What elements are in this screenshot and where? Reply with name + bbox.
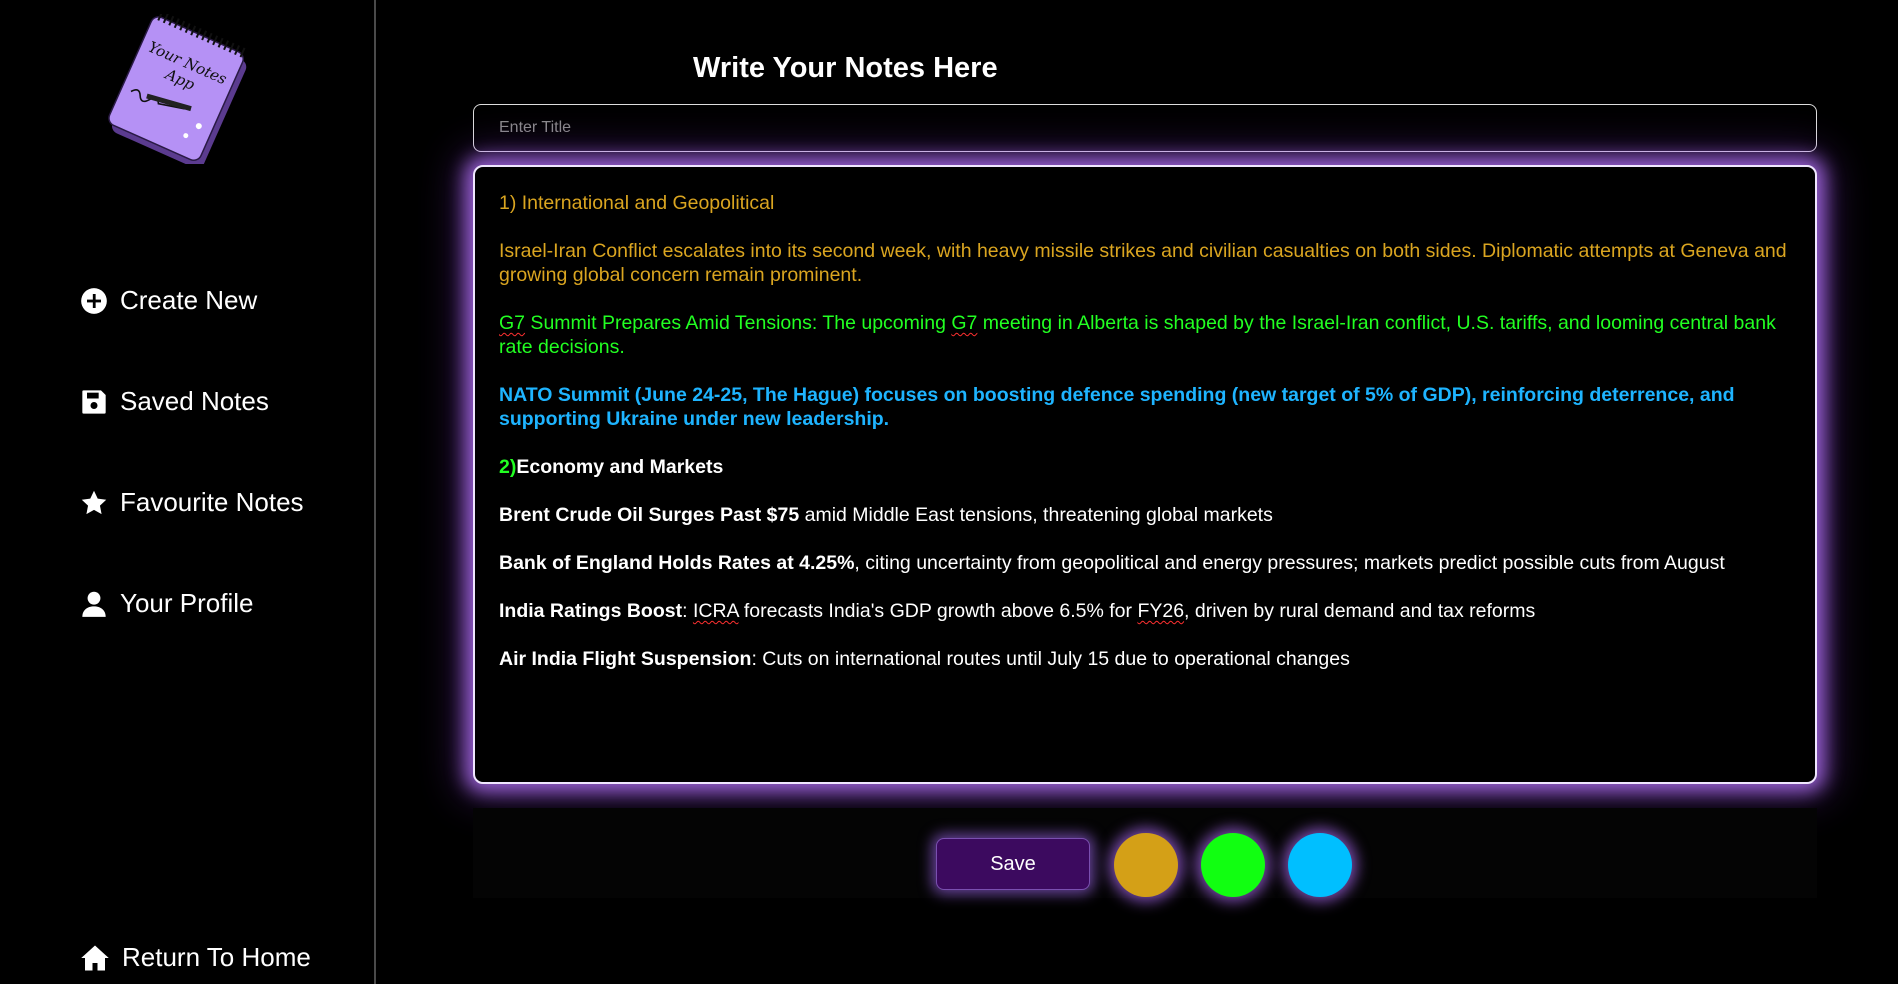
misspelled-word: ICRA: [692, 600, 739, 622]
note-text: amid Middle East tensions, threatening g…: [799, 504, 1273, 526]
page-title: Write Your Notes Here: [693, 52, 998, 84]
note-paragraph: Bank of England Holds Rates at 4.25%, ci…: [499, 551, 1791, 575]
section-heading: 2)Economy and Markets: [499, 455, 1791, 479]
note-text: Summit Prepares Amid Tensions: The upcom…: [525, 312, 952, 334]
note-text: , driven by rural demand and tax reforms: [1184, 600, 1536, 622]
note-text: , citing uncertainty from geopolitical a…: [854, 552, 1725, 574]
misspelled-word: G7: [499, 312, 526, 334]
sidebar-item-label: Create New: [120, 285, 258, 315]
sidebar-item-label: Your Profile: [120, 588, 254, 618]
color-swatch-green[interactable]: [1201, 833, 1265, 897]
note-paragraph: Brent Crude Oil Surges Past $75 amid Mid…: [499, 503, 1791, 527]
note-bold-text: India Ratings Boost: [499, 600, 683, 622]
note-bold-text: Brent Crude Oil Surges Past $75: [499, 504, 800, 526]
plus-circle-icon: [81, 287, 107, 314]
note-paragraph: NATO Summit (June 24-25, The Hague) focu…: [499, 384, 1735, 430]
sidebar-item-create-new[interactable]: Create New: [80, 285, 257, 316]
color-swatch-gold[interactable]: [1114, 833, 1178, 897]
sidebar-item-favourite-notes[interactable]: Favourite Notes: [80, 487, 304, 518]
note-editor[interactable]: 1) International and Geopolitical Israel…: [473, 165, 1817, 784]
note-text: :: [682, 600, 693, 622]
user-icon: [82, 591, 106, 617]
misspelled-word: G7: [951, 312, 978, 334]
sidebar-item-return-home[interactable]: Return To Home: [80, 942, 311, 973]
floppy-disk-icon: [82, 389, 106, 414]
sidebar-item-label: Favourite Notes: [120, 487, 304, 517]
note-bold-text: Air India Flight Suspension: [499, 648, 752, 670]
note-text: forecasts India's GDP growth above 6.5% …: [738, 600, 1138, 622]
note-paragraph: Air India Flight Suspension: Cuts on int…: [499, 647, 1791, 671]
sidebar-item-label: Saved Notes: [120, 386, 269, 416]
save-button[interactable]: Save: [936, 838, 1090, 890]
section-number: 2): [499, 456, 517, 478]
misspelled-word: FY26: [1137, 600, 1185, 622]
sidebar-item-saved-notes[interactable]: Saved Notes: [80, 386, 269, 417]
star-icon: [81, 490, 107, 514]
note-text: : Cuts on international routes until Jul…: [751, 648, 1350, 670]
note-paragraph: India Ratings Boost: ICRA forecasts Indi…: [499, 599, 1791, 623]
sidebar: Your Notes App Create New Saved Notes Fa…: [0, 0, 376, 984]
app-logo: Your Notes App: [92, 10, 262, 169]
note-paragraph: Israel-Iran Conflict escalates into its …: [499, 240, 1787, 286]
home-icon: [81, 945, 109, 970]
section-title: Economy and Markets: [516, 456, 724, 478]
sidebar-item-label: Return To Home: [122, 942, 311, 972]
note-bold-text: Bank of England Holds Rates at 4.25%: [499, 552, 855, 574]
color-swatch-blue[interactable]: [1288, 833, 1352, 897]
note-paragraph: G7 Summit Prepares Amid Tensions: The up…: [499, 311, 1791, 359]
sidebar-item-your-profile[interactable]: Your Profile: [80, 588, 253, 619]
title-input[interactable]: [473, 104, 1817, 152]
section-heading: 1) International and Geopolitical: [499, 192, 775, 214]
